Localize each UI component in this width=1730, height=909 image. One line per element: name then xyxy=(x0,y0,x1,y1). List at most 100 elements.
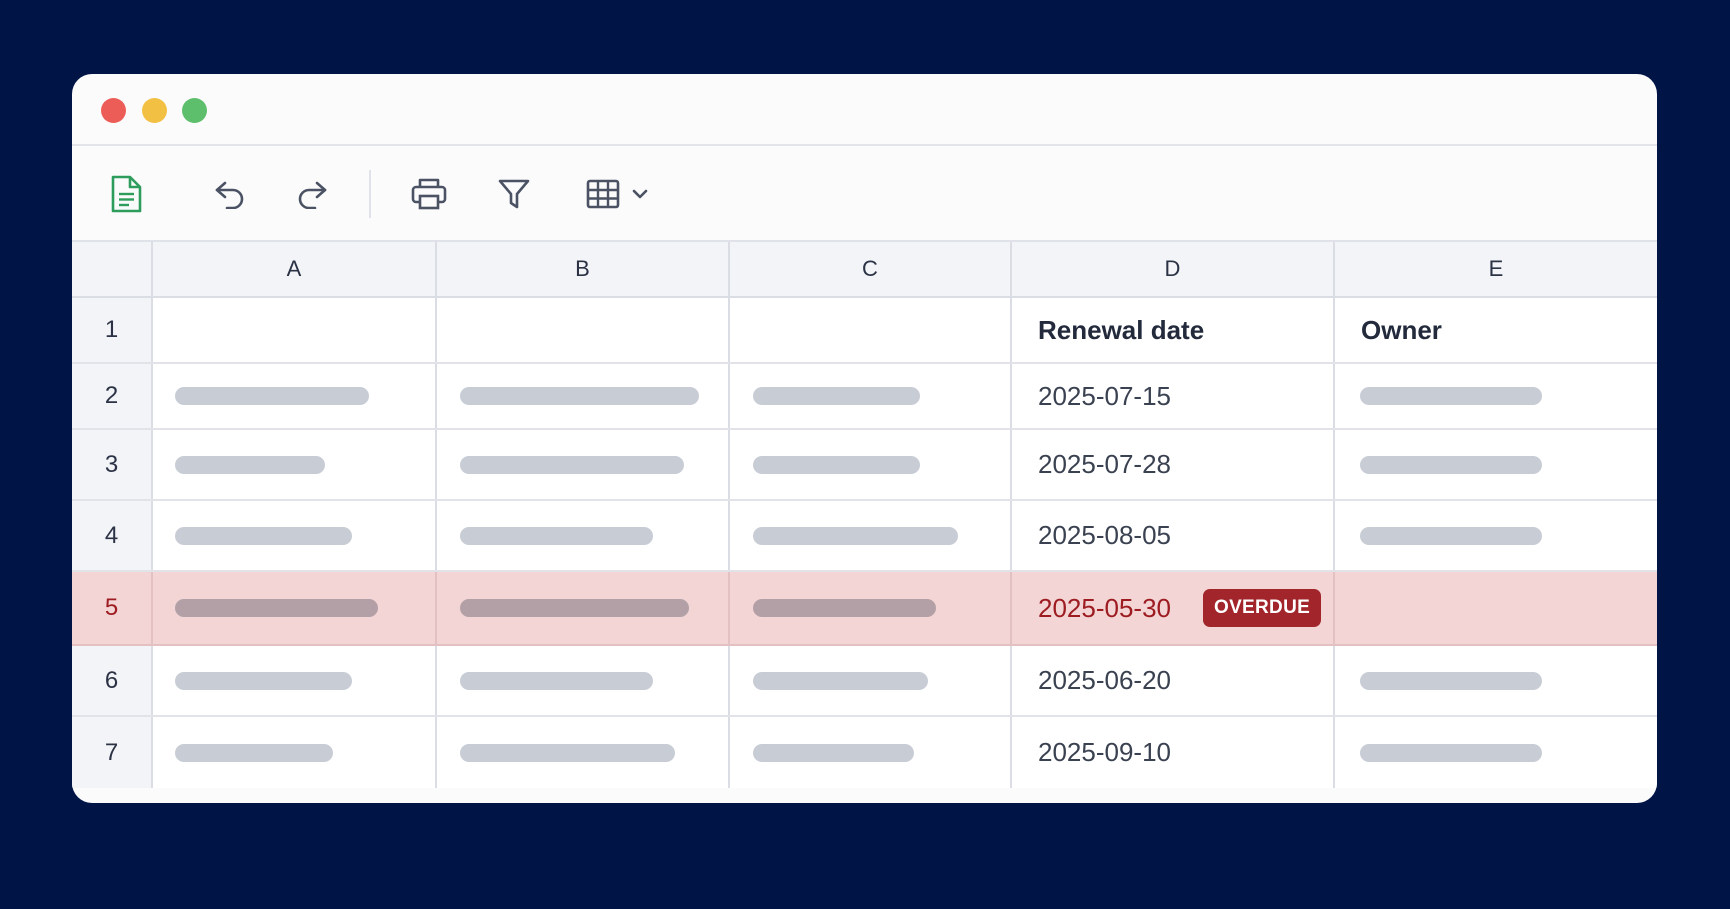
cell-b2[interactable] xyxy=(437,364,730,428)
row-number[interactable]: 1 xyxy=(72,298,153,362)
redacted-placeholder xyxy=(1360,743,1542,762)
redacted-placeholder xyxy=(460,743,675,762)
cell-c6[interactable] xyxy=(730,646,1012,715)
redacted-placeholder xyxy=(1360,387,1542,405)
close-window-button[interactable] xyxy=(101,98,126,123)
table-icon xyxy=(586,179,620,209)
redacted-placeholder xyxy=(460,599,689,617)
table-row: 6 2025-06-20 xyxy=(72,646,1657,717)
redacted-placeholder xyxy=(175,599,378,617)
print-icon[interactable] xyxy=(407,172,451,216)
cell-c7[interactable] xyxy=(730,717,1012,788)
cell-b5[interactable] xyxy=(437,572,730,644)
table-row: 2 2025-07-15 xyxy=(72,364,1657,430)
cell-c1[interactable] xyxy=(730,298,1012,362)
cell-b6[interactable] xyxy=(437,646,730,715)
renewal-date: 2025-07-15 xyxy=(1038,380,1171,411)
redacted-placeholder xyxy=(1360,671,1542,690)
cell-d1[interactable]: Renewal date xyxy=(1012,298,1335,362)
redacted-placeholder xyxy=(175,387,369,405)
row-number[interactable]: 3 xyxy=(72,430,153,499)
cell-d3[interactable]: 2025-07-28 xyxy=(1012,430,1335,499)
cell-c2[interactable] xyxy=(730,364,1012,428)
column-header-d[interactable]: D xyxy=(1012,242,1335,296)
cell-b1[interactable] xyxy=(437,298,730,362)
redacted-placeholder xyxy=(1360,455,1542,474)
row-number[interactable]: 4 xyxy=(72,501,153,570)
table-row: 4 2025-08-05 xyxy=(72,501,1657,572)
cell-b3[interactable] xyxy=(437,430,730,499)
cell-a1[interactable] xyxy=(153,298,437,362)
cell-a4[interactable] xyxy=(153,501,437,570)
cell-a2[interactable] xyxy=(153,364,437,428)
redacted-placeholder xyxy=(753,743,914,762)
spreadsheet-window: A B C D E 1 Renewal date Owner 2 2025-07… xyxy=(72,74,1657,803)
select-all-corner[interactable] xyxy=(72,242,153,296)
redacted-placeholder xyxy=(753,526,958,545)
row-number[interactable]: 2 xyxy=(72,364,153,428)
column-header-a[interactable]: A xyxy=(153,242,437,296)
column-header-b[interactable]: B xyxy=(437,242,730,296)
cell-a6[interactable] xyxy=(153,646,437,715)
table-row-overdue: 5 2025-05-30 OVERDUE xyxy=(72,572,1657,646)
column-header-c[interactable]: C xyxy=(730,242,1012,296)
cell-e1[interactable]: Owner xyxy=(1335,298,1657,362)
cell-b7[interactable] xyxy=(437,717,730,788)
redacted-placeholder xyxy=(175,671,352,690)
overdue-badge: OVERDUE xyxy=(1203,589,1322,627)
cell-e5[interactable] xyxy=(1335,572,1657,644)
cell-d5[interactable]: 2025-05-30 OVERDUE xyxy=(1012,572,1335,644)
renewal-date: 2025-07-28 xyxy=(1038,449,1171,479)
table-row: 1 Renewal date Owner xyxy=(72,298,1657,364)
cell-e6[interactable] xyxy=(1335,646,1657,715)
filter-icon[interactable] xyxy=(492,172,536,216)
row-number[interactable]: 7 xyxy=(72,717,153,788)
redacted-placeholder xyxy=(175,743,333,762)
column-header-row: A B C D E xyxy=(72,242,1657,298)
toolbar xyxy=(72,146,1657,242)
cell-e2[interactable] xyxy=(1335,364,1657,428)
table-format-dropdown[interactable] xyxy=(582,172,654,216)
spreadsheet-doc-icon[interactable] xyxy=(104,172,148,216)
renewal-date: 2025-06-20 xyxy=(1038,665,1171,695)
redacted-placeholder xyxy=(460,671,653,690)
redacted-placeholder xyxy=(753,455,920,474)
row-number[interactable]: 6 xyxy=(72,646,153,715)
row-number[interactable]: 5 xyxy=(72,572,153,644)
cell-e7[interactable] xyxy=(1335,717,1657,788)
renewal-date-header: Renewal date xyxy=(1038,314,1205,345)
cell-d4[interactable]: 2025-08-05 xyxy=(1012,501,1335,570)
spreadsheet-grid: A B C D E 1 Renewal date Owner 2 2025-07… xyxy=(72,242,1657,788)
minimize-window-button[interactable] xyxy=(142,98,167,123)
cell-d7[interactable]: 2025-09-10 xyxy=(1012,717,1335,788)
undo-icon[interactable] xyxy=(208,172,252,216)
cell-a5[interactable] xyxy=(153,572,437,644)
table-row: 3 2025-07-28 xyxy=(72,430,1657,501)
redacted-placeholder xyxy=(175,455,325,474)
chevron-down-icon xyxy=(632,189,648,199)
redacted-placeholder xyxy=(460,526,653,545)
cell-a3[interactable] xyxy=(153,430,437,499)
cell-a7[interactable] xyxy=(153,717,437,788)
redacted-placeholder xyxy=(753,671,928,690)
column-header-e[interactable]: E xyxy=(1335,242,1657,296)
cell-d6[interactable]: 2025-06-20 xyxy=(1012,646,1335,715)
maximize-window-button[interactable] xyxy=(182,98,207,123)
redacted-placeholder xyxy=(460,455,684,474)
cell-c5[interactable] xyxy=(730,572,1012,644)
renewal-date: 2025-09-10 xyxy=(1038,737,1171,767)
redacted-placeholder xyxy=(753,387,920,405)
cell-e4[interactable] xyxy=(1335,501,1657,570)
cell-c3[interactable] xyxy=(730,430,1012,499)
cell-b4[interactable] xyxy=(437,501,730,570)
redo-icon[interactable] xyxy=(290,172,334,216)
table-row: 7 2025-09-10 xyxy=(72,717,1657,788)
cell-c4[interactable] xyxy=(730,501,1012,570)
title-bar xyxy=(72,74,1657,146)
toolbar-divider xyxy=(369,170,371,218)
cell-d2[interactable]: 2025-07-15 xyxy=(1012,364,1335,428)
redacted-placeholder xyxy=(1360,526,1542,545)
renewal-date: 2025-05-30 xyxy=(1038,592,1171,623)
cell-e3[interactable] xyxy=(1335,430,1657,499)
redacted-placeholder xyxy=(753,599,936,617)
